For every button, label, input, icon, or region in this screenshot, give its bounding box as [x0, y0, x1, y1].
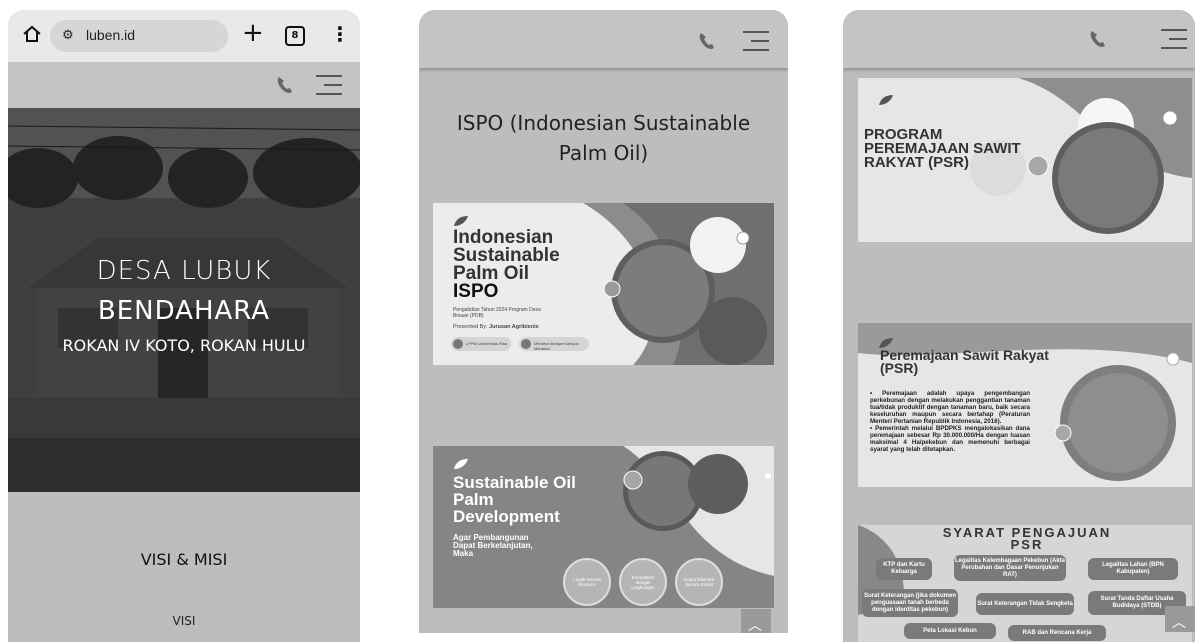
- psr-requirements-slide: SYARAT PENGAJUAN PSR KTP dan Kartu Kelua…: [858, 525, 1192, 642]
- principle-label: Kompatibel dengan Lingkungan: [631, 574, 655, 590]
- requirement-item: Surat Keterangan (jika dokumen penguasaa…: [862, 589, 958, 617]
- chevron-up-icon: ︿: [1172, 615, 1186, 631]
- hero-subtitle: ROKAN IV KOTO, ROKAN HULU: [62, 336, 306, 355]
- new-tab-icon[interactable]: +: [242, 18, 264, 48]
- slide-title-line: (PSR): [880, 360, 919, 376]
- browser-toolbar: ⚙ luben.id + 8 ⋮: [8, 10, 360, 62]
- psr-cover-slide: PROGRAM PEREMAJAAN SAWIT RAKYAT (PSR): [858, 78, 1192, 242]
- leaf-logo-icon: [879, 95, 893, 105]
- presented-by-value: Jurusan Agribisnis: [489, 324, 539, 330]
- phone-icon[interactable]: [1087, 28, 1109, 50]
- slide-title-line: Palm: [453, 490, 494, 509]
- url-text: luben.id: [86, 27, 136, 43]
- slide-title-line: Sustainable Oil: [453, 473, 576, 492]
- slide-title-line: PSR: [1010, 537, 1044, 552]
- scroll-to-top-button[interactable]: ︿: [741, 609, 771, 633]
- psr-definition-slide: Peremajaan Sawit Rakyat (PSR) • Peremaja…: [858, 323, 1192, 487]
- site-header: [8, 62, 360, 108]
- partner-logo-mbkm: Merdeka Belajar Kampus Merdeka: [519, 337, 589, 351]
- site-header: [843, 10, 1195, 68]
- site-settings-icon[interactable]: ⚙: [62, 28, 74, 43]
- requirement-item: Legalitas Kelembagaan Pekebun (Akta Peru…: [954, 555, 1066, 581]
- ispo-cover-slide: Indonesian Sustainable Palm Oil ISPO Pen…: [433, 203, 774, 365]
- principle-circle: Layak Secara Ekonomi: [563, 558, 611, 606]
- principle-circle: Dapat Diterima Secara Sosial: [675, 558, 723, 606]
- requirement-item: Legalitas Lahan (BPN Kabupaten): [1088, 558, 1178, 580]
- phone-screen-psr: PROGRAM PEREMAJAAN SAWIT RAKYAT (PSR) Pe…: [843, 10, 1195, 642]
- phone-icon[interactable]: [696, 30, 718, 52]
- bullet-text: Peremajaan adalah upaya pengembangan per…: [870, 390, 1030, 425]
- mbkm-logo-text: Merdeka Belajar Kampus Merdeka: [534, 341, 579, 351]
- section-title-visi-misi: VISI & MISI: [140, 550, 228, 569]
- presented-by-label: Presented By:: [453, 324, 488, 330]
- hero-title-line2: BENDAHARA: [97, 296, 271, 326]
- tab-count-button[interactable]: 8: [285, 26, 305, 46]
- principle-label: Layak Secara Ekonomi: [573, 577, 601, 587]
- page-title: ISPO (Indonesian Sustainable Palm Oil): [456, 111, 751, 165]
- mbkm-logo-icon: [521, 339, 531, 349]
- subsection-title-visi: VISI: [172, 614, 196, 628]
- sustainable-palm-slide: Sustainable Oil Palm Development Agar Pe…: [433, 446, 774, 608]
- requirement-item: KTP dan Kartu Keluarga: [876, 558, 932, 580]
- hero-title-line1: DESA LUBUK: [96, 256, 272, 286]
- chevron-up-icon: ︿: [748, 618, 762, 633]
- partner-logo-lppm: LPPM Universitas Riau: [451, 337, 511, 351]
- slide-subtitle-line: Maka: [453, 549, 474, 558]
- slide-caption: Pengabdian Tahun 2024 Program Desa Binaa…: [453, 307, 541, 319]
- leaf-logo-icon: [454, 459, 468, 469]
- menu-icon[interactable]: [314, 72, 344, 98]
- scroll-to-top-button[interactable]: ︿: [1165, 606, 1195, 632]
- slide-title-line: RAKYAT (PSR): [864, 154, 970, 171]
- slide-title-line: ISPO: [453, 281, 499, 302]
- phone-screen-home: ⚙ luben.id + 8 ⋮ DESA LUBUK BENDAHARA RO…: [8, 10, 360, 642]
- slide-title: Peremajaan Sawit Rakyat (PSR): [880, 348, 1049, 376]
- slide-body: • Peremajaan adalah upaya pengembangan p…: [870, 390, 1030, 453]
- presented-by: Presented By: Jurusan Agribisnis: [453, 324, 539, 330]
- requirement-item: Peta Lokasi Kebun: [904, 623, 996, 639]
- lppm-logo-text: LPPM Universitas Riau: [466, 341, 508, 346]
- menu-icon[interactable]: [1159, 26, 1189, 52]
- lppm-logo-icon: [453, 339, 463, 349]
- phone-screen-ispo: ISPO (Indonesian Sustainable Palm Oil) I…: [419, 10, 788, 633]
- menu-icon[interactable]: [741, 28, 771, 54]
- slide-title: SYARAT PENGAJUAN PSR: [922, 526, 1132, 552]
- slide-title: Indonesian Sustainable Palm Oil ISPO: [453, 228, 560, 302]
- phone-icon[interactable]: [274, 74, 296, 96]
- bullet-item: • Peremajaan adalah upaya pengembangan p…: [870, 390, 1030, 425]
- slide-title: PROGRAM PEREMAJAAN SAWIT RAKYAT (PSR): [864, 127, 1021, 171]
- hero-banner: DESA LUBUK BENDAHARA ROKAN IV KOTO, ROKA…: [8, 108, 360, 492]
- bullet-item: • Pemerintah melalui BPDPKS mengalokasik…: [870, 425, 1030, 453]
- requirement-item: Surat Keterangan Tidak Sengketa: [976, 593, 1074, 615]
- slide-title: Sustainable Oil Palm Development: [453, 474, 576, 525]
- principle-circle: Kompatibel dengan Lingkungan: [619, 558, 667, 606]
- more-options-icon[interactable]: ⋮: [330, 20, 350, 48]
- slide-title-line: Development: [453, 507, 560, 526]
- url-bar[interactable]: ⚙ luben.id: [50, 20, 228, 52]
- leaf-logo-icon: [454, 216, 468, 226]
- home-icon[interactable]: [22, 24, 42, 44]
- slide-subtitle: Agar Pembangunan Dapat Berkelanjutan, Ma…: [453, 534, 533, 558]
- requirement-item: RAB dan Rencana Kerja: [1008, 625, 1106, 641]
- bullet-text: Pemerintah melalui BPDPKS mengalokasikan…: [870, 425, 1030, 453]
- principle-label: Dapat Diterima Secara Sosial: [684, 577, 715, 587]
- site-header: [419, 10, 788, 68]
